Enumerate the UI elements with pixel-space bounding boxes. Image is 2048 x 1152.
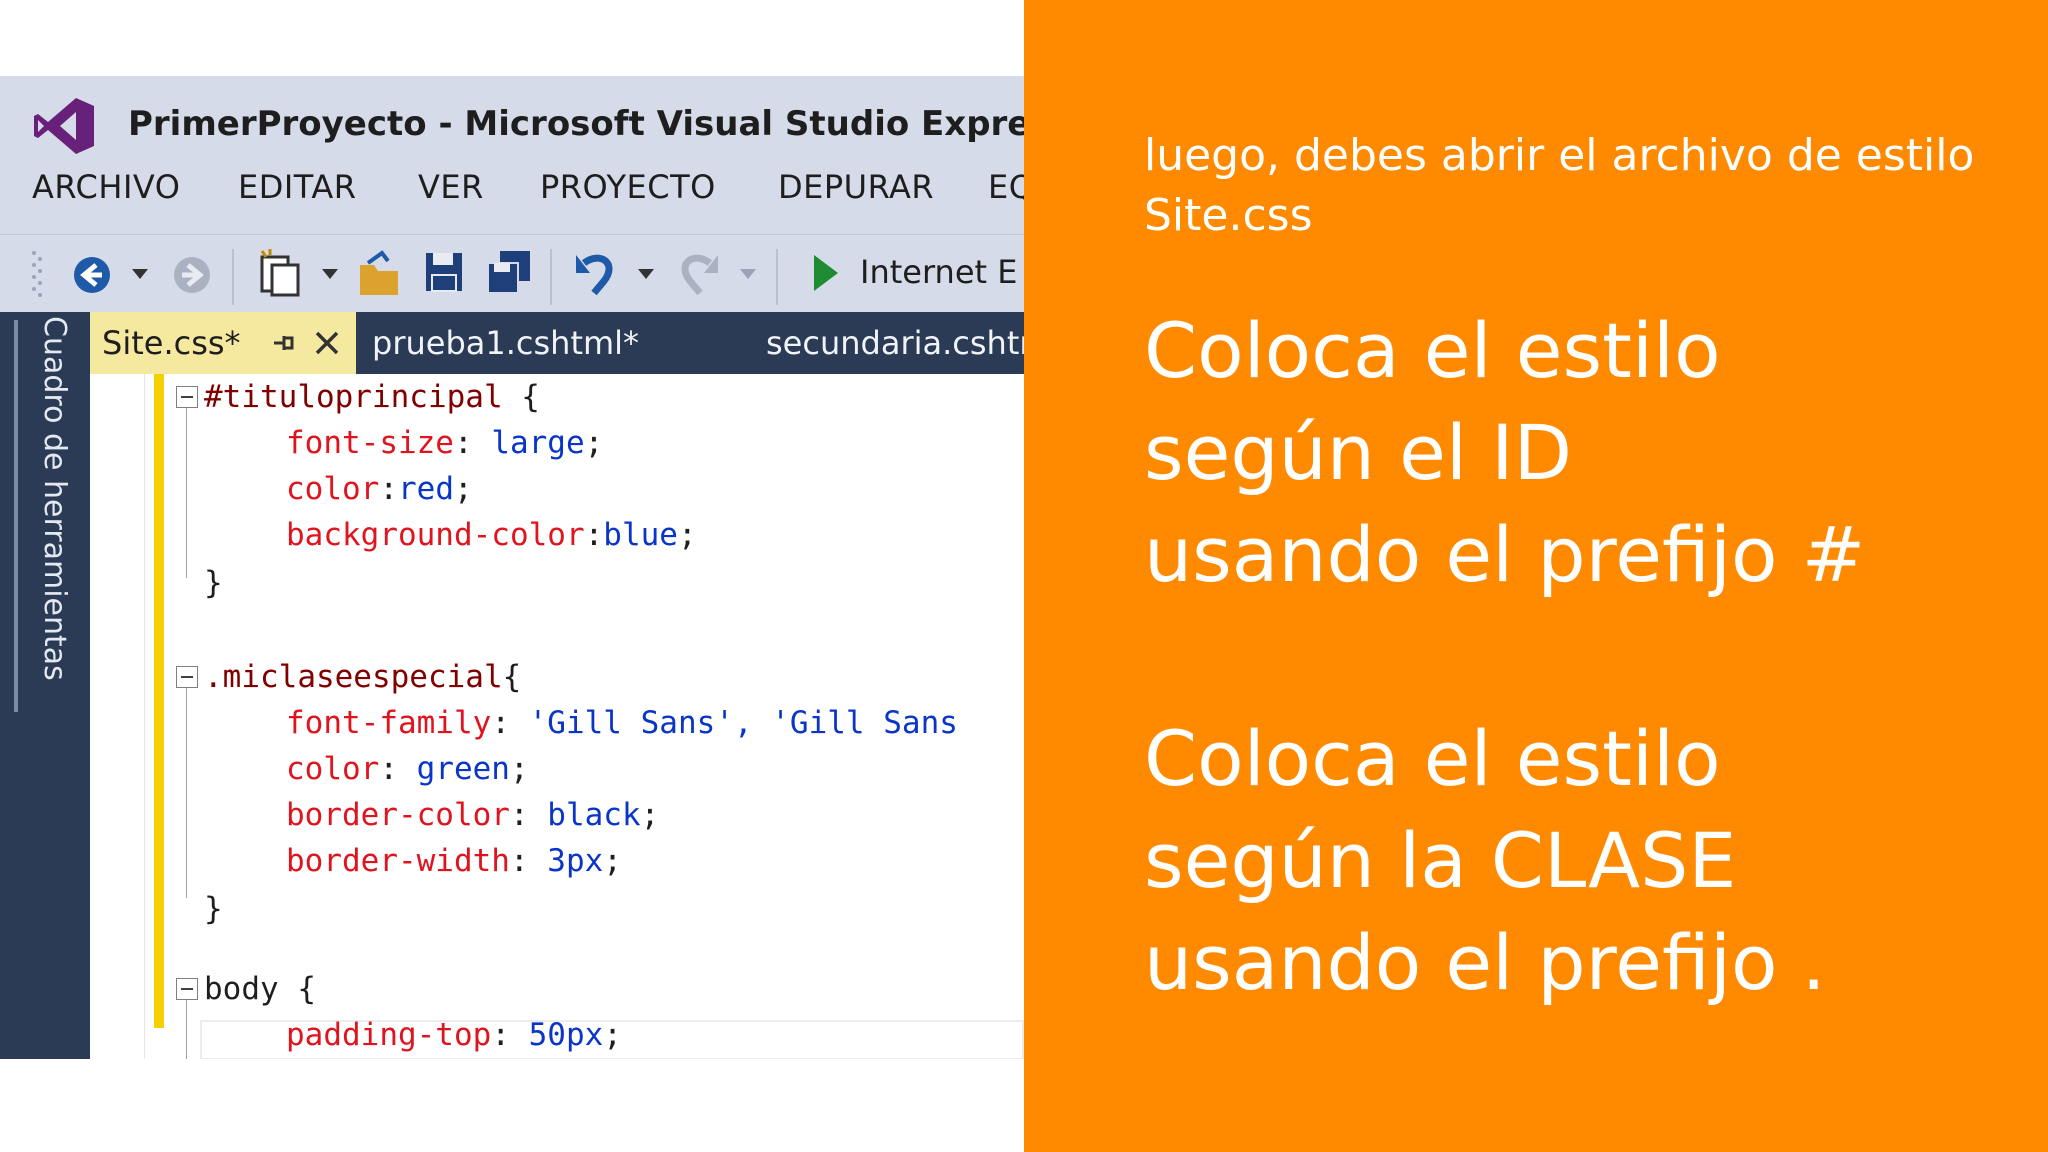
- heading-line: Coloca el estilo: [1144, 714, 1721, 803]
- code-line: }: [204, 565, 223, 601]
- tab-label: Site.css*: [102, 324, 241, 362]
- back-arrow-icon[interactable]: [72, 255, 112, 295]
- heading-line: según la CLASE: [1144, 816, 1737, 905]
- save-all-icon[interactable]: [486, 249, 532, 295]
- tab-secundaria[interactable]: secundaria.cshtml: [766, 312, 1024, 374]
- editor-gutter: [90, 374, 144, 1059]
- code-line: color: green;: [286, 751, 529, 787]
- pin-icon[interactable]: [270, 330, 296, 356]
- id-selector-explanation: Coloca el estilo según el ID usando el p…: [1144, 300, 2024, 606]
- heading-line: Coloca el estilo: [1144, 306, 1721, 395]
- outline-guide: [186, 408, 187, 578]
- menu-ver[interactable]: VER: [418, 168, 484, 206]
- collapse-toggle-icon[interactable]: [176, 386, 198, 408]
- save-icon[interactable]: [424, 251, 464, 295]
- code-line: padding-top: 50px;: [286, 1017, 622, 1053]
- class-selector-explanation: Coloca el estilo según la CLASE usando e…: [1144, 708, 2024, 1014]
- visual-studio-window: PrimerProyecto - Microsoft Visual Studio…: [0, 76, 1024, 1059]
- menu-proyecto[interactable]: PROYECTO: [540, 168, 716, 206]
- menu-bar: ARCHIVO EDITAR VER PROYECTO DEPURAR EQ: [0, 168, 1024, 212]
- toolbox-label[interactable]: Cuadro de herramientas: [37, 316, 72, 681]
- toolbar-separator: [776, 249, 778, 305]
- toolbar: Internet E: [0, 234, 1024, 313]
- undo-icon[interactable]: [574, 249, 618, 297]
- window-title: PrimerProyecto - Microsoft Visual Studio…: [128, 104, 1024, 144]
- code-line: border-width: 3px;: [286, 843, 622, 879]
- heading-line: usando el prefijo #: [1144, 510, 1866, 599]
- document-tabs: Site.css* prueba1.cshtml* secundaria.csh…: [90, 312, 1024, 374]
- outline-guide: [186, 1000, 187, 1059]
- new-dropdown-chevron-icon[interactable]: [322, 269, 338, 281]
- redo-icon[interactable]: [676, 249, 720, 297]
- open-folder-icon[interactable]: [358, 249, 404, 299]
- screenshot-bottom-margin: [0, 1059, 1024, 1152]
- run-target-label[interactable]: Internet E: [860, 253, 1017, 291]
- forward-arrow-icon[interactable]: [172, 255, 212, 295]
- code-line: .miclaseespecial{: [204, 659, 522, 695]
- sidebar-tab-strip: [14, 320, 18, 712]
- close-icon[interactable]: [314, 330, 340, 356]
- tab-prueba1[interactable]: prueba1.cshtml*: [372, 312, 639, 374]
- menu-archivo[interactable]: ARCHIVO: [32, 168, 180, 206]
- code-line: body {: [204, 971, 316, 1007]
- code-editor[interactable]: #tituloprincipal { font-size: large; col…: [90, 374, 1024, 1059]
- title-bar: PrimerProyecto - Microsoft Visual Studio…: [0, 76, 1024, 234]
- outline-guide: [186, 688, 187, 898]
- collapse-toggle-icon[interactable]: [176, 666, 198, 688]
- run-play-icon[interactable]: [810, 253, 840, 293]
- menu-equipo[interactable]: EQ: [988, 168, 1024, 206]
- tab-site-css[interactable]: Site.css*: [90, 312, 356, 374]
- toolbar-separator: [550, 249, 552, 305]
- explanation-panel: luego, debes abrir el archivo de estilo …: [1024, 0, 2048, 1152]
- intro-text: luego, debes abrir el archivo de estilo …: [1144, 130, 1975, 241]
- code-line: }: [204, 891, 223, 927]
- undo-dropdown-chevron-icon[interactable]: [638, 269, 654, 281]
- code-line: background-color:blue;: [286, 517, 697, 553]
- menu-editar[interactable]: EDITAR: [238, 168, 356, 206]
- back-dropdown-chevron-icon[interactable]: [132, 269, 148, 281]
- heading-line: según el ID: [1144, 408, 1573, 497]
- heading-line: usando el prefijo .: [1144, 918, 1826, 1007]
- menu-depurar[interactable]: DEPURAR: [778, 168, 934, 206]
- editor-margin-line: [144, 374, 145, 1059]
- code-line: border-color: black;: [286, 797, 660, 833]
- toolbox-sidebar[interactable]: Cuadro de herramientas: [0, 312, 90, 1059]
- toolbar-grip-icon: [32, 251, 42, 297]
- redo-dropdown-chevron-icon[interactable]: [740, 269, 756, 281]
- toolbar-separator: [232, 249, 234, 305]
- code-line: font-family: 'Gill Sans', 'Gill Sans: [286, 705, 958, 741]
- code-line: font-size: large;: [286, 425, 604, 461]
- new-project-icon[interactable]: [258, 249, 304, 299]
- code-line: #tituloprincipal {: [204, 379, 540, 415]
- code-line: color:red;: [286, 471, 473, 507]
- change-indicator-bar: [154, 374, 164, 1028]
- visual-studio-logo-icon: [34, 98, 94, 154]
- collapse-toggle-icon[interactable]: [176, 978, 198, 1000]
